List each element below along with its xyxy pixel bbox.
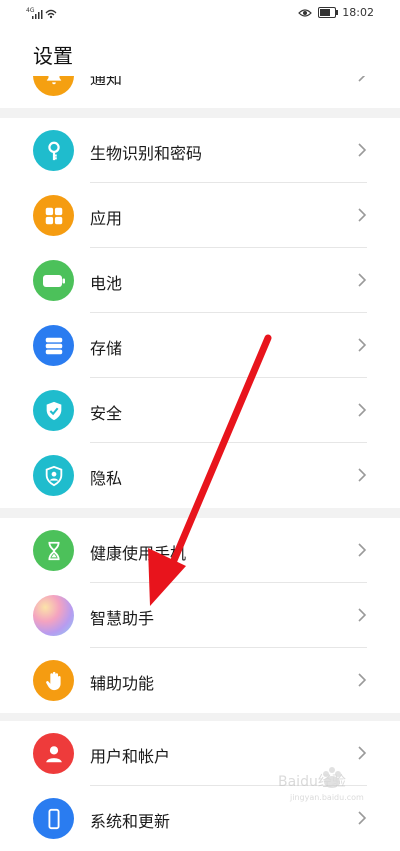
user-icon [33,733,74,774]
partial-group: 通知 [0,76,400,108]
hand-icon [33,660,74,701]
phone-icon [33,798,74,839]
settings-item-label: 隐私 [90,469,123,488]
battery-indicator [318,7,339,18]
settings-item[interactable]: 生物识别和密码 [0,118,400,183]
signal-icon: 4G [26,7,57,19]
settings-item-label: 用户和帐户 [90,747,171,766]
settings-item-label: 安全 [90,404,123,423]
chevron-right-icon [358,273,367,287]
chevron-right-icon [358,403,367,417]
settings-item[interactable]: 存储 [0,313,400,378]
network-label: 4G [26,7,35,14]
status-bar: 4G 18:02 [0,0,400,28]
chevron-right-icon [358,143,367,157]
title-bar: 设置 [0,28,400,76]
baidu-watermark: Baidu经验 jingyan.baidu.com [278,767,364,802]
chevron-right-icon [358,673,367,687]
assistant-icon [33,595,74,636]
settings-item[interactable]: 电池 [0,248,400,313]
chevron-right-icon [358,468,367,482]
battery-icon [33,260,74,301]
chevron-right-icon [358,608,367,622]
key-icon [33,130,74,171]
settings-item[interactable]: 隐私 [0,443,400,508]
settings-group-2: 健康使用手机 智慧助手辅助功能 [0,518,400,713]
bell-icon [33,76,74,96]
settings-item[interactable]: 安全 [0,378,400,443]
settings-item[interactable]: 应用 [0,183,400,248]
eye-icon [298,8,313,17]
settings-item-label: 通知 [90,76,123,88]
watermark-subtext: jingyan.baidu.com [289,793,364,802]
watermark-text: Baidu经验 [278,774,346,790]
settings-item[interactable]: 智慧助手 [0,583,400,648]
page-title: 设置 [33,44,73,68]
shield-check-icon [33,390,74,431]
settings-item-label: 应用 [90,209,123,228]
chevron-right-icon [358,746,367,760]
hourglass-icon [33,530,74,571]
settings-group-1: 生物识别和密码 应用电池存储安全隐私 [0,118,400,508]
privacy-icon [33,455,74,496]
settings-item-label: 生物识别和密码 [90,144,203,163]
settings-item-label: 健康使用手机 [90,544,187,563]
settings-item-notifications[interactable]: 通知 [0,76,400,108]
settings-item[interactable]: 健康使用手机 [0,518,400,583]
chevron-right-icon [358,338,367,352]
settings-item-label: 智慧助手 [90,609,155,628]
status-time: 18:02 [342,6,374,19]
chevron-right-icon [358,76,366,82]
settings-item-label: 存储 [90,339,123,358]
chevron-right-icon [358,208,367,222]
storage-icon [33,325,74,366]
settings-item-label: 辅助功能 [90,674,155,693]
chevron-right-icon [358,811,367,825]
settings-item[interactable]: 辅助功能 [0,648,400,713]
settings-item-label: 电池 [90,274,123,293]
chevron-right-icon [358,543,367,557]
apps-icon [33,195,74,236]
settings-item-label: 系统和更新 [90,812,171,831]
